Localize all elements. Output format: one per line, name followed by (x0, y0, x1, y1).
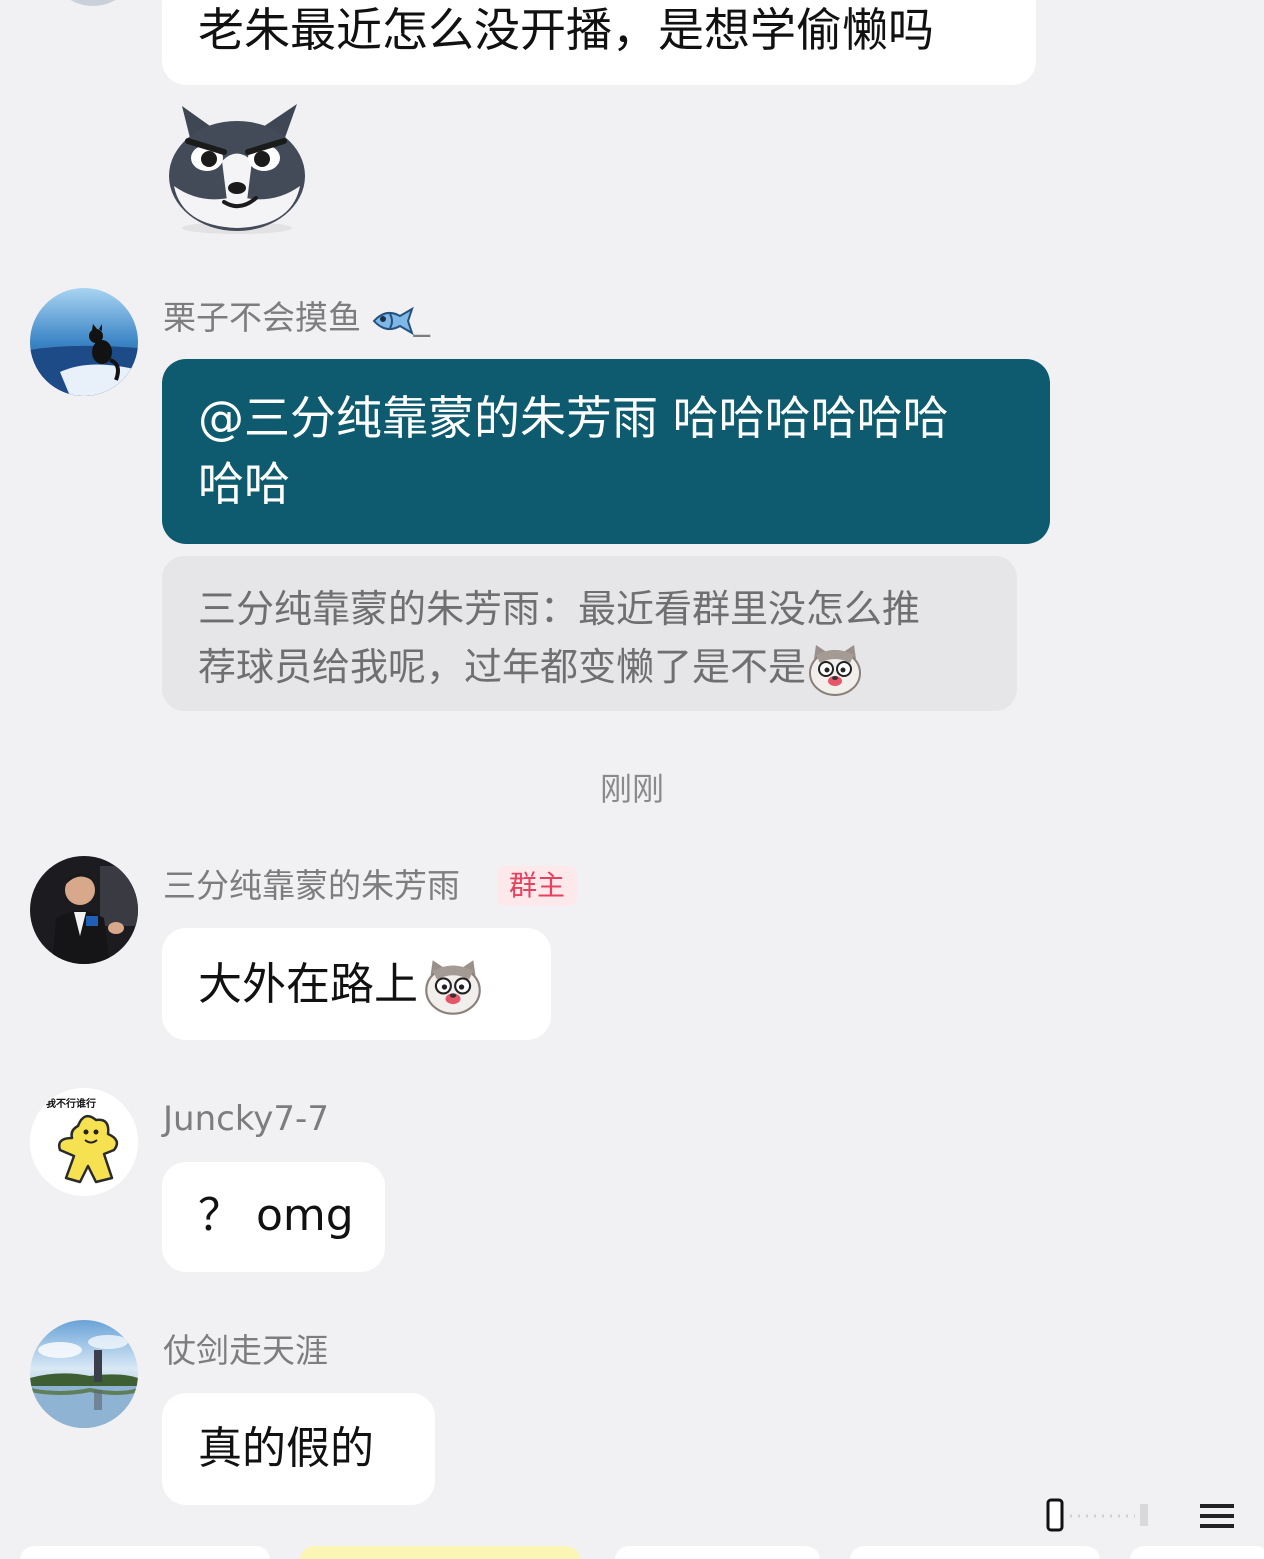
timestamp: 刚刚 (599, 770, 664, 808)
fish-icon (372, 305, 414, 335)
bottom-tab[interactable] (850, 1546, 1100, 1559)
message-text: 老朱最近怎么没开播，是想学偷懒吗 (198, 3, 934, 57)
avatar-lizi[interactable] (30, 288, 138, 396)
nickname: 栗子不会摸鱼 _ (163, 298, 430, 337)
highlight-message-bubble[interactable]: @三分纯靠蒙的朱芳雨 哈哈哈哈哈哈 哈哈 (162, 359, 1050, 544)
quote-line-2: 荐球员给我呢，过年都变懒了是不是 (198, 638, 981, 699)
message-bubble[interactable]: 大外在路上 (162, 928, 551, 1040)
avatar-caption: 我不行谁行 (46, 1097, 96, 1110)
message-line-2: 哈哈 (198, 457, 290, 511)
bottom-tab[interactable] (615, 1546, 820, 1559)
bottom-tab[interactable] (20, 1546, 270, 1559)
bottom-tab[interactable] (1130, 1546, 1264, 1559)
message-text: 哈哈哈哈哈哈 (672, 391, 949, 445)
message-text: ？ omg (198, 1190, 354, 1241)
message-bubble[interactable]: 真的假的 (162, 1393, 435, 1505)
mention[interactable]: @三分纯靠蒙的朱芳雨 (198, 391, 658, 445)
message-text: 大外在路上 (198, 959, 418, 1010)
nickname: Juncky7-7 (163, 1099, 329, 1139)
message-bubble[interactable]: 老朱最近怎么没开播，是想学偷懒吗 (162, 0, 1036, 85)
avatar-zhufangyu[interactable] (30, 856, 138, 964)
nickname: 仗剑走天涯 (163, 1331, 328, 1370)
avatar-partial[interactable] (48, 0, 138, 6)
message-text: 真的假的 (198, 1423, 374, 1474)
message-bubble[interactable]: ？ omg (162, 1162, 385, 1272)
owner-badge: 群主 (497, 866, 578, 906)
message-line-1: @三分纯靠蒙的朱芳雨 哈哈哈哈哈哈 (198, 385, 1014, 451)
scroll-indicator-icon[interactable] (1040, 1496, 1240, 1536)
avatar-zhangjian[interactable] (30, 1320, 138, 1428)
cat-face-emoji (422, 956, 484, 1018)
nickname: 三分纯靠蒙的朱芳雨 (163, 866, 460, 905)
husky-sticker[interactable] (162, 96, 312, 236)
quoted-reply[interactable]: 三分纯靠蒙的朱芳雨：最近看群里没怎么推 荐球员给我呢，过年都变懒了是不是 (162, 556, 1017, 711)
cat-face-emoji (806, 641, 864, 699)
quote-line-1: 三分纯靠蒙的朱芳雨：最近看群里没怎么推 (198, 587, 921, 631)
avatar-juncky[interactable]: 我不行谁行 (30, 1088, 138, 1196)
bottom-tab[interactable] (300, 1546, 580, 1559)
